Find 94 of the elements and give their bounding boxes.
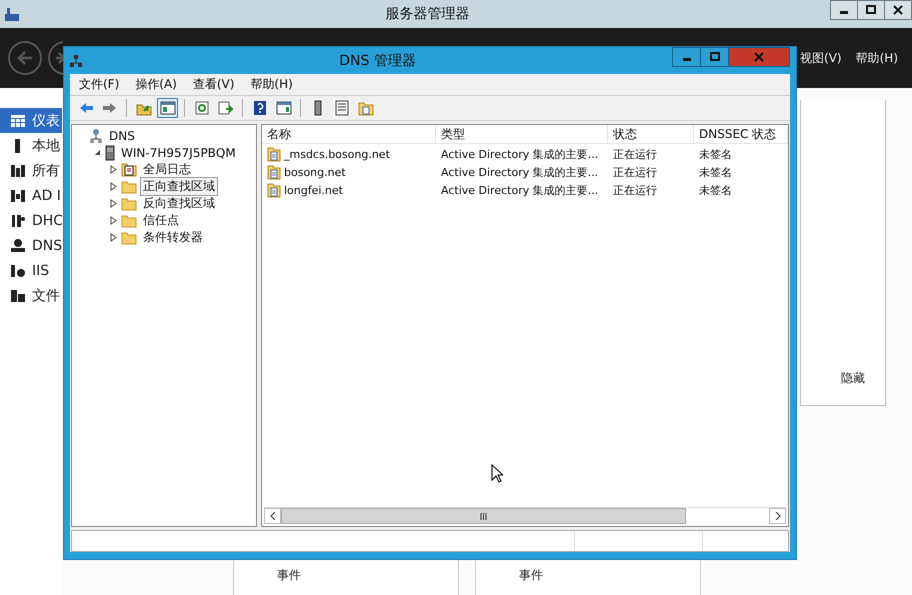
horizontal-scrollbar[interactable] bbox=[264, 507, 786, 524]
menu-item[interactable]: 查看(V) bbox=[192, 76, 234, 93]
menu-item[interactable]: 操作(A) bbox=[135, 76, 177, 93]
table-cell-text: 未签名 bbox=[698, 182, 733, 198]
network-icon bbox=[89, 128, 103, 144]
sidebar-item[interactable]: DHC bbox=[0, 208, 62, 233]
table-cell-text: 未签名 bbox=[698, 164, 733, 180]
collapsed-arrow-icon[interactable] bbox=[109, 216, 118, 225]
server-role-icon bbox=[10, 162, 26, 178]
column-header[interactable]: 状态 bbox=[608, 125, 694, 143]
server-role-icon bbox=[10, 262, 26, 278]
tree-item[interactable]: WIN-7H957J5PBQM bbox=[118, 144, 239, 160]
server-role-icon bbox=[10, 112, 26, 128]
maximize-icon bbox=[710, 52, 720, 62]
grip-icon bbox=[480, 512, 488, 520]
column-header[interactable]: 类型 bbox=[436, 125, 608, 143]
column-header[interactable]: DNSSEC 状态 bbox=[694, 125, 788, 143]
expanded-arrow-icon[interactable] bbox=[93, 148, 102, 157]
collapsed-arrow-icon[interactable] bbox=[109, 233, 118, 242]
sidebar-item[interactable]: 所有 bbox=[0, 158, 62, 183]
forward-arrow-icon bbox=[102, 100, 118, 116]
sidebar-item[interactable]: 本地 bbox=[0, 133, 62, 158]
sidebar-item[interactable]: DNS bbox=[0, 233, 62, 258]
sidebar-item[interactable]: AD I bbox=[0, 183, 62, 208]
tile-row-label: 事件 bbox=[277, 568, 301, 582]
mouse-pointer-icon bbox=[491, 464, 503, 483]
window-title: 服务器管理器 bbox=[384, 5, 470, 23]
table-cell-text: 正在运行 bbox=[612, 182, 658, 198]
table-cell-text: 正在运行 bbox=[612, 164, 658, 180]
table-cell-text: 未签名 bbox=[698, 146, 733, 162]
refresh-icon bbox=[194, 100, 210, 116]
sidebar-item[interactable]: 文件 bbox=[0, 283, 62, 308]
tree-item[interactable]: 信任点 bbox=[140, 211, 182, 230]
collapsed-arrow-icon[interactable] bbox=[109, 182, 118, 191]
help-icon bbox=[252, 100, 268, 116]
table-cell-text: Active Directory 集成的主要... bbox=[440, 164, 600, 180]
close-icon bbox=[754, 52, 764, 62]
table-cell-text: 正在运行 bbox=[612, 146, 658, 162]
hide-link[interactable]: 隐藏 bbox=[821, 370, 865, 387]
tree-item[interactable]: 反向查找区域 bbox=[140, 194, 218, 213]
folder-icon bbox=[121, 214, 137, 228]
folder-icon bbox=[121, 230, 137, 244]
left-chevron-icon bbox=[270, 512, 276, 520]
collapsed-arrow-icon[interactable] bbox=[109, 199, 118, 208]
folder-icon bbox=[121, 196, 137, 210]
tile-row-label: 事件 bbox=[519, 568, 543, 582]
menu-item[interactable]: 帮助(H) bbox=[856, 50, 898, 66]
menu-item[interactable]: 文件(F) bbox=[79, 76, 120, 93]
maximize-icon bbox=[866, 5, 876, 15]
app-icon bbox=[4, 6, 20, 22]
action-pane-icon bbox=[276, 100, 292, 116]
scroll-right-button[interactable] bbox=[769, 508, 786, 524]
table-cell: _msdcs.bosong.net bbox=[284, 148, 390, 160]
collapsed-arrow-icon[interactable] bbox=[109, 165, 118, 174]
console-tree-icon bbox=[160, 100, 176, 116]
toolbar-button[interactable] bbox=[157, 98, 178, 118]
tree-item[interactable]: DNS bbox=[106, 128, 138, 144]
back-arrow-icon bbox=[78, 100, 94, 116]
log-icon bbox=[121, 162, 137, 177]
server-role-icon bbox=[10, 212, 26, 228]
sidebar-item[interactable]: IIS bbox=[0, 258, 62, 283]
server-role-icon bbox=[10, 288, 26, 304]
window-title: DNS 管理器 bbox=[338, 52, 417, 70]
zone-folder-icon bbox=[267, 182, 281, 198]
table-cell-text: Active Directory 集成的主要... bbox=[440, 146, 600, 162]
server-role-icon bbox=[10, 188, 26, 204]
maximize-button[interactable] bbox=[700, 47, 729, 67]
close-button[interactable] bbox=[884, 0, 912, 20]
server-role-icon bbox=[10, 238, 26, 254]
zone-folder-icon bbox=[267, 164, 281, 180]
close-icon bbox=[893, 5, 903, 15]
table-cell: longfei.net bbox=[284, 184, 343, 196]
list-icon bbox=[334, 100, 350, 116]
server-icon bbox=[105, 144, 115, 160]
sidebar-item[interactable]: 仪表 bbox=[0, 108, 62, 133]
zone-folder-icon bbox=[267, 146, 281, 162]
tree-item[interactable]: 全局日志 bbox=[140, 160, 194, 179]
right-chevron-icon bbox=[774, 512, 780, 520]
menu-item[interactable]: 视图(V) bbox=[800, 50, 842, 66]
tree-item[interactable]: 正向查找区域 bbox=[140, 177, 218, 196]
table-cell-text: Active Directory 集成的主要... bbox=[440, 182, 600, 198]
maximize-button[interactable] bbox=[857, 0, 885, 20]
scroll-left-button[interactable] bbox=[264, 508, 281, 524]
menu-item[interactable]: 帮助(H) bbox=[250, 76, 293, 93]
table-cell: bosong.net bbox=[284, 166, 346, 178]
folder-icon bbox=[121, 180, 137, 194]
network-icon bbox=[70, 54, 82, 68]
tree-item[interactable]: 条件转发器 bbox=[140, 228, 206, 247]
minimize-button[interactable] bbox=[672, 47, 701, 67]
export-list-icon bbox=[218, 100, 234, 116]
column-header[interactable]: 名称 bbox=[262, 125, 436, 143]
minimize-button[interactable] bbox=[830, 0, 858, 20]
zone-folder-icon bbox=[358, 100, 374, 116]
scroll-thumb[interactable] bbox=[281, 508, 686, 524]
